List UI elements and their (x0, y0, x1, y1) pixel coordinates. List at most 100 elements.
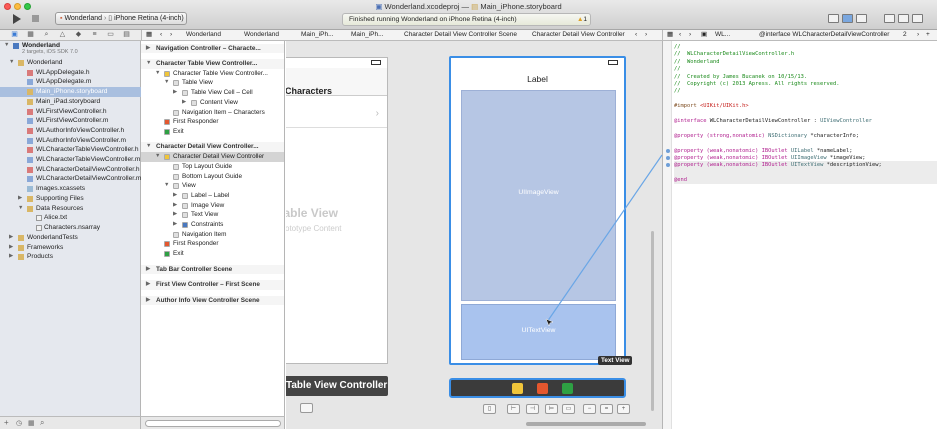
jump-crumb[interactable]: Character Detail View Controller (532, 30, 625, 40)
group-supporting-files[interactable]: ▶ Supporting Files (0, 194, 141, 204)
back-icon[interactable]: ‹ (635, 30, 637, 40)
assistant-editor-icon[interactable] (842, 14, 853, 23)
table-view-controller-scene[interactable]: Characters › Table View Prototype Conten… (286, 57, 388, 364)
toggle-debug-area-icon[interactable] (898, 14, 909, 23)
disclosure-open-icon[interactable]: ▼ (155, 152, 160, 162)
counterparts-icon[interactable]: ▣ (701, 30, 707, 40)
file-item[interactable]: Alice.txt (0, 213, 141, 223)
first-responder-icon[interactable] (537, 383, 548, 394)
disclosure-closed-icon[interactable]: ▶ (146, 265, 150, 275)
outline-item[interactable]: Navigation Item – Characters (141, 108, 284, 118)
jump-crumb[interactable]: Character Detail View Controller Scene (404, 30, 517, 40)
disclosure-closed-icon[interactable]: ▶ (9, 252, 13, 262)
disclosure-open-icon[interactable]: ▼ (146, 59, 151, 69)
scene-dock-title[interactable]: Table View Controller (286, 376, 388, 396)
jump-crumb[interactable]: Wonderland (186, 30, 221, 40)
outline-scene-row[interactable]: ▶ Tab Bar Controller Scene (141, 264, 284, 275)
disclosure-open-icon[interactable]: ▼ (164, 181, 169, 191)
outline-scene-row[interactable]: ▼ Character Table View Controller... (141, 59, 284, 69)
file-item[interactable]: Images.xcassets (0, 184, 141, 194)
outlet-connected-icon[interactable] (666, 156, 670, 160)
disclosure-closed-icon[interactable]: ▶ (18, 194, 22, 204)
disclosure-open-icon[interactable]: ▼ (164, 78, 169, 88)
zoom-actual-icon[interactable]: = (600, 404, 613, 414)
group-wonderland-tests[interactable]: ▶ WonderlandTests (0, 233, 141, 243)
disclosure-closed-icon[interactable]: ▶ (9, 243, 13, 253)
file-item[interactable]: Main_iPhone.storyboard (0, 87, 141, 97)
scheme-selector[interactable]: ▪ Wonderland › ▯ iPhone Retina (4-inch) (55, 12, 187, 25)
jump-crumb[interactable]: Main_iPh... (301, 30, 334, 40)
outline-item[interactable]: First Responder (141, 117, 284, 127)
outline-item[interactable]: Bottom Layout Guide (141, 172, 284, 182)
test-navigator-icon[interactable]: ◆ (74, 31, 83, 39)
jump-crumb[interactable]: Wonderland (244, 30, 279, 40)
disclosure-closed-icon[interactable]: ▶ (146, 280, 150, 290)
outline-item[interactable]: Navigation Item (141, 230, 284, 240)
disclosure-open-icon[interactable]: ▼ (146, 142, 151, 152)
device-size-icon[interactable]: ▯ (483, 404, 496, 414)
related-items-icon[interactable]: ▦ (146, 30, 152, 40)
outline-item[interactable]: ▶ Constraints (141, 220, 284, 230)
group-wonderland[interactable]: ▼ Wonderland (0, 58, 141, 68)
outline-item[interactable]: ▶ Label – Label (141, 191, 284, 201)
group-products[interactable]: ▶ Products (0, 252, 141, 262)
table-cell[interactable]: › (286, 102, 387, 128)
counterpart-index[interactable]: 2 (903, 30, 907, 40)
forward-icon[interactable]: › (645, 30, 647, 40)
back-icon[interactable]: ‹ (160, 30, 162, 40)
outline-item[interactable]: First Responder (141, 239, 284, 249)
file-item[interactable]: WLCharacterDetailViewController.h (0, 165, 141, 175)
resizing-icon[interactable]: ▭ (562, 404, 575, 414)
exit-icon[interactable] (562, 383, 573, 394)
forward-icon[interactable]: › (689, 30, 691, 40)
disclosure-closed-icon[interactable]: ▶ (173, 88, 177, 98)
disclosure-closed-icon[interactable]: ▶ (173, 201, 177, 211)
file-item[interactable]: WLAppDelegate.m (0, 77, 141, 87)
jump-crumb[interactable]: Main_iPh... (351, 30, 384, 40)
recent-files-icon[interactable]: ◷ (16, 419, 22, 427)
add-assistant-icon[interactable]: + (926, 30, 930, 40)
file-item[interactable]: Main_iPad.storyboard (0, 97, 141, 107)
outline-item[interactable]: ▶ Content View (141, 98, 284, 108)
outline-item[interactable]: Top Layout Guide (141, 162, 284, 172)
outline-scene-row[interactable]: ▶ Navigation Controller – Characte... (141, 43, 284, 54)
outline-item[interactable]: ▶ Text View (141, 210, 284, 220)
jump-crumb[interactable]: WL... (715, 30, 730, 40)
group-frameworks[interactable]: ▶ Frameworks (0, 243, 141, 253)
disclosure-closed-icon[interactable]: ▶ (173, 210, 177, 220)
related-items-icon[interactable]: ▦ (667, 30, 673, 40)
disclosure-closed-icon[interactable]: ▶ (146, 44, 150, 54)
jump-crumb[interactable]: @interface WLCharacterDetailViewControll… (759, 30, 889, 40)
file-item[interactable]: Characters.nsarray (0, 223, 141, 233)
zoom-in-icon[interactable]: + (617, 404, 630, 414)
outlet-connected-icon[interactable] (666, 148, 670, 153)
outline-item[interactable]: ▼ View (141, 181, 284, 191)
align-icon[interactable]: ⊢ (507, 404, 520, 414)
storyboard-canvas[interactable]: Characters › Table View Prototype Conten… (286, 41, 662, 429)
assistant-editor[interactable]: //// WLCharacterDetailViewController.h//… (662, 41, 937, 429)
disclosure-closed-icon[interactable]: ▶ (146, 296, 150, 306)
vertical-scrollbar[interactable] (651, 231, 654, 411)
file-item[interactable]: WLAppDelegate.h (0, 68, 141, 78)
zoom-out-icon[interactable]: − (583, 404, 596, 414)
debug-navigator-icon[interactable]: ≡ (90, 31, 99, 39)
symbol-navigator-icon[interactable]: ▦ (26, 31, 35, 39)
disclosure-closed-icon[interactable]: ▶ (182, 98, 186, 108)
add-icon[interactable]: + (4, 418, 9, 427)
outline-item[interactable]: Exit (141, 127, 284, 137)
resolve-icon[interactable]: ⊨ (545, 404, 558, 414)
pin-icon[interactable]: ⊣ (526, 404, 539, 414)
name-label[interactable]: Label (451, 74, 624, 84)
warning-badge[interactable]: ▲1 (577, 14, 587, 25)
image-view[interactable]: UIImageView (461, 90, 616, 301)
project-navigator-icon[interactable]: ▣ (10, 31, 19, 39)
character-detail-scene[interactable]: Label UIImageView UITextView (449, 56, 626, 365)
disclosure-closed-icon[interactable]: ▶ (173, 220, 177, 230)
outline-scene-row[interactable]: ▶ First View Controller – First Scene (141, 280, 284, 290)
breakpoint-navigator-icon[interactable]: ▭ (106, 31, 115, 39)
outline-scene-row[interactable]: ▼ Character Detail View Controller... (141, 142, 284, 153)
disclosure-open-icon[interactable]: ▼ (18, 204, 23, 214)
outline-item[interactable]: Exit (141, 249, 284, 259)
outline-item[interactable]: ▼ Character Detail View Controller (141, 152, 284, 162)
file-item[interactable]: WLAuthorInfoViewController.m (0, 136, 141, 146)
